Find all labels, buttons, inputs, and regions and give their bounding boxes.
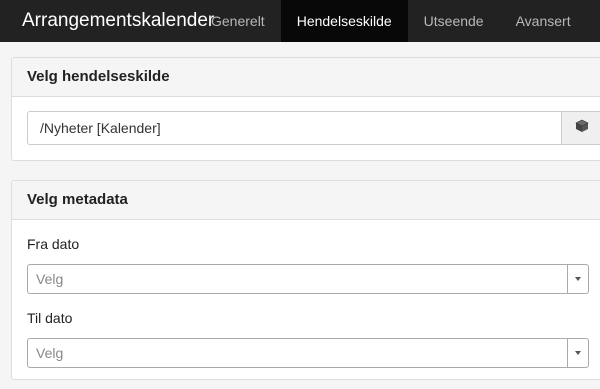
metadata-panel: Velg metadata Fra dato Velg Til dato Vel…: [11, 180, 600, 380]
chevron-down-icon: [575, 277, 581, 281]
event-source-heading: Velg hendelseskilde: [12, 58, 600, 97]
chevron-down-icon: [575, 351, 581, 355]
event-source-input-group: [27, 111, 600, 145]
from-date-label: Fra dato: [27, 236, 80, 252]
to-date-select[interactable]: Velg: [27, 338, 589, 368]
from-date-placeholder: Velg: [36, 271, 64, 287]
tab-hendelseskilde[interactable]: Hendelseskilde: [280, 0, 408, 42]
tab-avansert[interactable]: Avansert: [500, 0, 587, 42]
to-date-label: Til dato: [27, 310, 73, 326]
to-date-dropdown-toggle[interactable]: [567, 339, 588, 367]
app-title: Arrangementskalender: [22, 10, 215, 31]
cube-icon: [575, 119, 589, 138]
from-date-select[interactable]: Velg: [27, 264, 589, 294]
event-source-input[interactable]: [27, 111, 561, 145]
from-date-dropdown-toggle[interactable]: [567, 265, 588, 293]
event-source-panel: Velg hendelseskilde: [11, 57, 600, 161]
tab-utseende[interactable]: Utseende: [408, 0, 500, 42]
tab-generelt[interactable]: Generelt: [196, 0, 281, 42]
browse-source-button[interactable]: [561, 111, 600, 145]
metadata-heading: Velg metadata: [12, 181, 600, 220]
tab-bar: Generelt Hendelseskilde Utseende Avanser…: [196, 0, 587, 42]
to-date-placeholder: Velg: [36, 345, 64, 361]
top-navbar: Arrangementskalender Generelt Hendelsesk…: [0, 0, 600, 42]
